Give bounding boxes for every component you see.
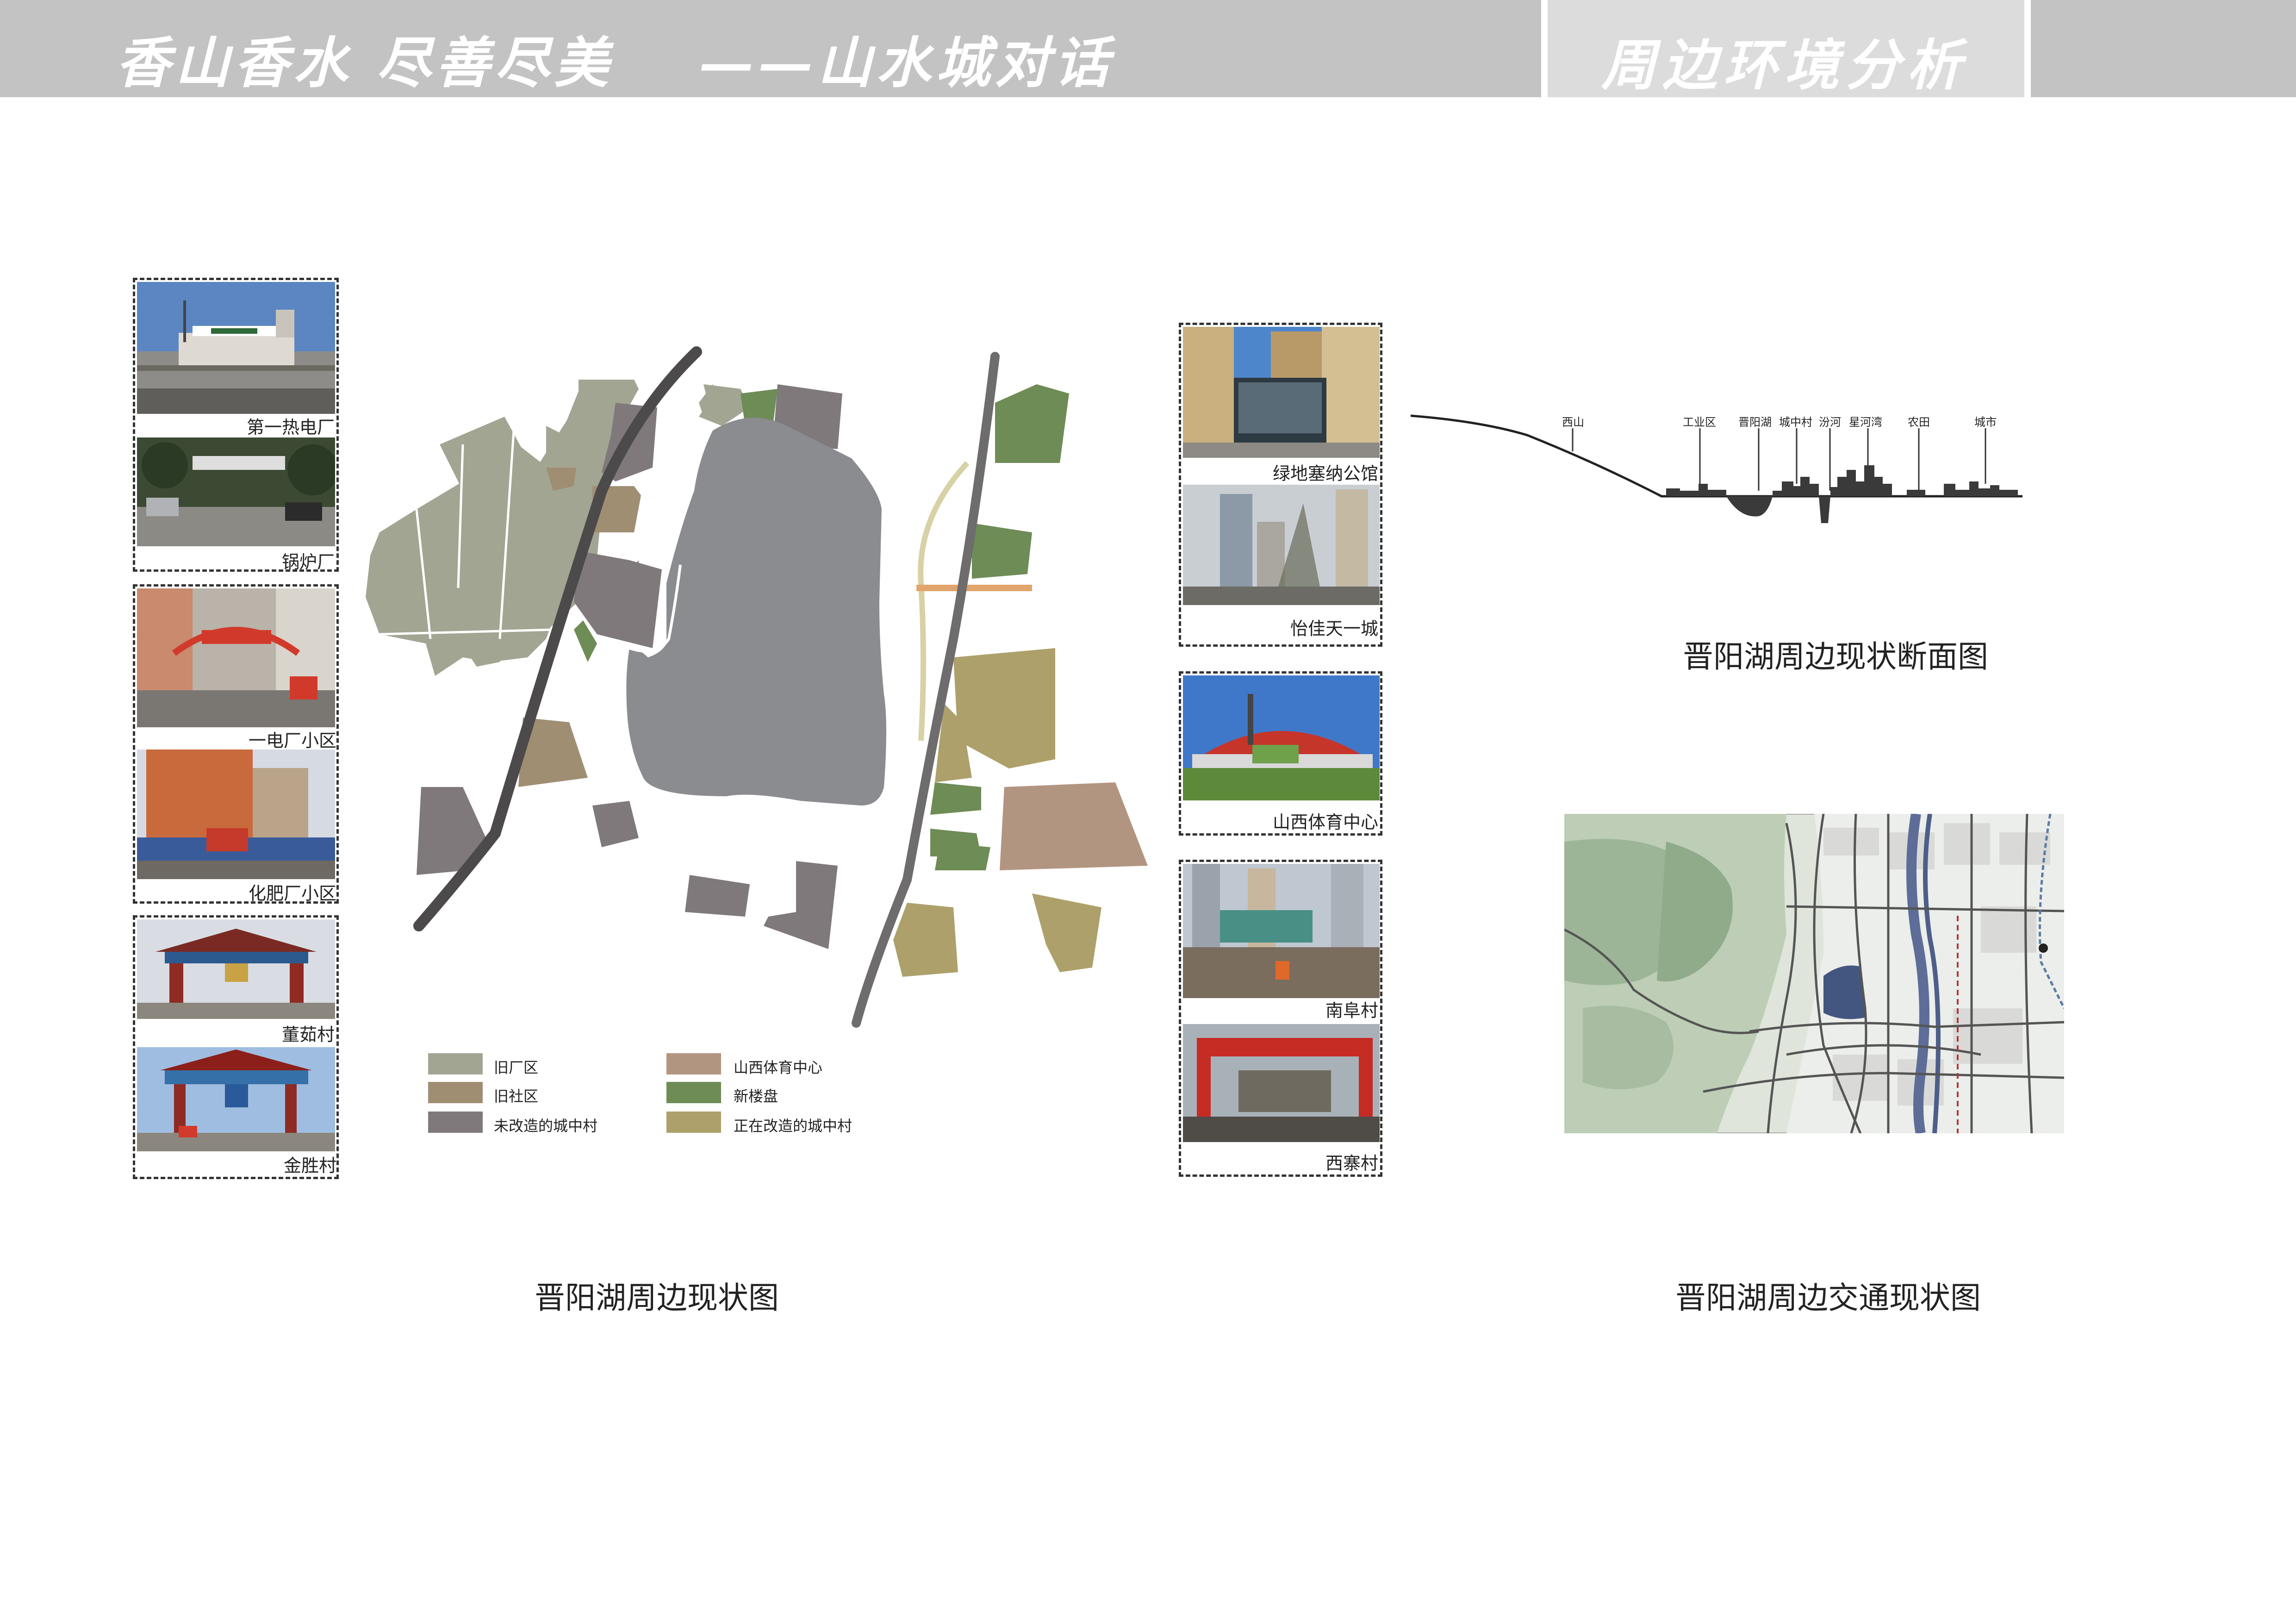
legend-label: 新楼盘 bbox=[734, 1087, 778, 1105]
section-label-farmland: 农田 bbox=[1908, 416, 1930, 429]
section-diagram bbox=[1410, 414, 2022, 523]
header-subtitle: ——山水城对话 bbox=[699, 31, 1114, 95]
photo-caption: 化肥厂小区 bbox=[248, 883, 336, 904]
photo-shanxi-sports-center bbox=[1183, 675, 1380, 800]
photo-caption: 南阜村 bbox=[1325, 1000, 1378, 1021]
section-label-xishan: 西山 bbox=[1562, 416, 1584, 429]
section-label-village: 城中村 bbox=[1779, 416, 1812, 429]
photo-caption: 西寨村 bbox=[1325, 1153, 1378, 1174]
header-tab-label: 周边环境分析 bbox=[1601, 33, 1968, 97]
header-title: 香山香水 尽善尽美 bbox=[116, 31, 614, 95]
photo-caption: 绿地塞纳公馆 bbox=[1272, 463, 1378, 484]
legend-swatch-old-community bbox=[428, 1082, 483, 1103]
photo-caption: 怡佳天一城 bbox=[1290, 618, 1378, 639]
legend-swatch-new-development bbox=[666, 1082, 721, 1103]
photo-nanfu-village bbox=[1183, 864, 1380, 998]
section-label-city: 城市 bbox=[1974, 416, 1997, 429]
legend-swatch-old-factory bbox=[428, 1053, 483, 1074]
section-title: 晋阳湖周边现状断面图 bbox=[1683, 639, 1988, 675]
photo-greenland-seine bbox=[1183, 327, 1380, 458]
section-label-fenhe: 汾河 bbox=[1819, 416, 1841, 429]
photo-caption: 一电厂小区 bbox=[248, 731, 336, 751]
traffic-map-title: 晋阳湖周边交通现状图 bbox=[1675, 1280, 1981, 1316]
legend-swatch-renovating-village bbox=[666, 1112, 721, 1133]
photo-caption: 董茹村 bbox=[281, 1024, 335, 1045]
legend-swatch-unrenovated-village bbox=[428, 1112, 483, 1133]
legend-label: 正在改造的城中村 bbox=[734, 1117, 852, 1135]
photo-caption: 金胜村 bbox=[283, 1156, 336, 1176]
legend-label: 山西体育中心 bbox=[734, 1059, 823, 1076]
section-label-lake: 晋阳湖 bbox=[1738, 416, 1772, 429]
photo-fertilizer-plant-community bbox=[137, 750, 335, 879]
photo-xizhai-village bbox=[1183, 1024, 1380, 1142]
right-photo-panel-3: 南阜村 西寨村 bbox=[1179, 860, 1382, 1177]
map-legend: 旧厂区 旧社区 未改造的城中村 山西体育中心 新楼盘 正在改造的城中村 bbox=[428, 1053, 872, 1146]
photo-caption: 锅炉厂 bbox=[281, 552, 335, 572]
map-title: 晋阳湖周边现状图 bbox=[535, 1280, 779, 1316]
left-photo-panel-2: 一电厂小区 化肥厂小区 bbox=[133, 584, 339, 904]
photo-yijia-tianyi-city bbox=[1183, 485, 1380, 605]
right-photo-panel-2: 山西体育中心 bbox=[1179, 671, 1382, 836]
section-label-xinghewan: 星河湾 bbox=[1849, 416, 1882, 429]
legend-label: 旧厂区 bbox=[494, 1059, 539, 1076]
photo-power-plant bbox=[137, 282, 335, 414]
photo-dongru-village bbox=[137, 919, 335, 1019]
left-photo-panel-3: 董茹村 金胜村 bbox=[133, 915, 339, 1179]
legend-label: 旧社区 bbox=[494, 1087, 539, 1105]
traffic-map bbox=[1564, 814, 2064, 1133]
photo-boiler-factory bbox=[137, 437, 335, 546]
photo-jinsheng-village bbox=[137, 1047, 335, 1151]
sports-center-zone bbox=[1000, 782, 1148, 870]
legend-swatch-sports-center bbox=[666, 1053, 721, 1074]
section-label-industrial: 工业区 bbox=[1683, 416, 1716, 429]
jinyang-lake bbox=[626, 418, 886, 806]
legend-label: 未改造的城中村 bbox=[494, 1117, 598, 1135]
photo-first-power-plant-community bbox=[137, 588, 335, 727]
photo-caption: 第一热电厂 bbox=[246, 417, 335, 437]
site-status-map bbox=[366, 346, 1148, 1028]
right-photo-panel-1: 绿地塞纳公馆 怡佳天一城 bbox=[1179, 323, 1382, 647]
left-photo-panel-1: 第一热电厂 锅炉厂 bbox=[133, 278, 339, 572]
photo-caption: 山西体育中心 bbox=[1272, 812, 1378, 832]
